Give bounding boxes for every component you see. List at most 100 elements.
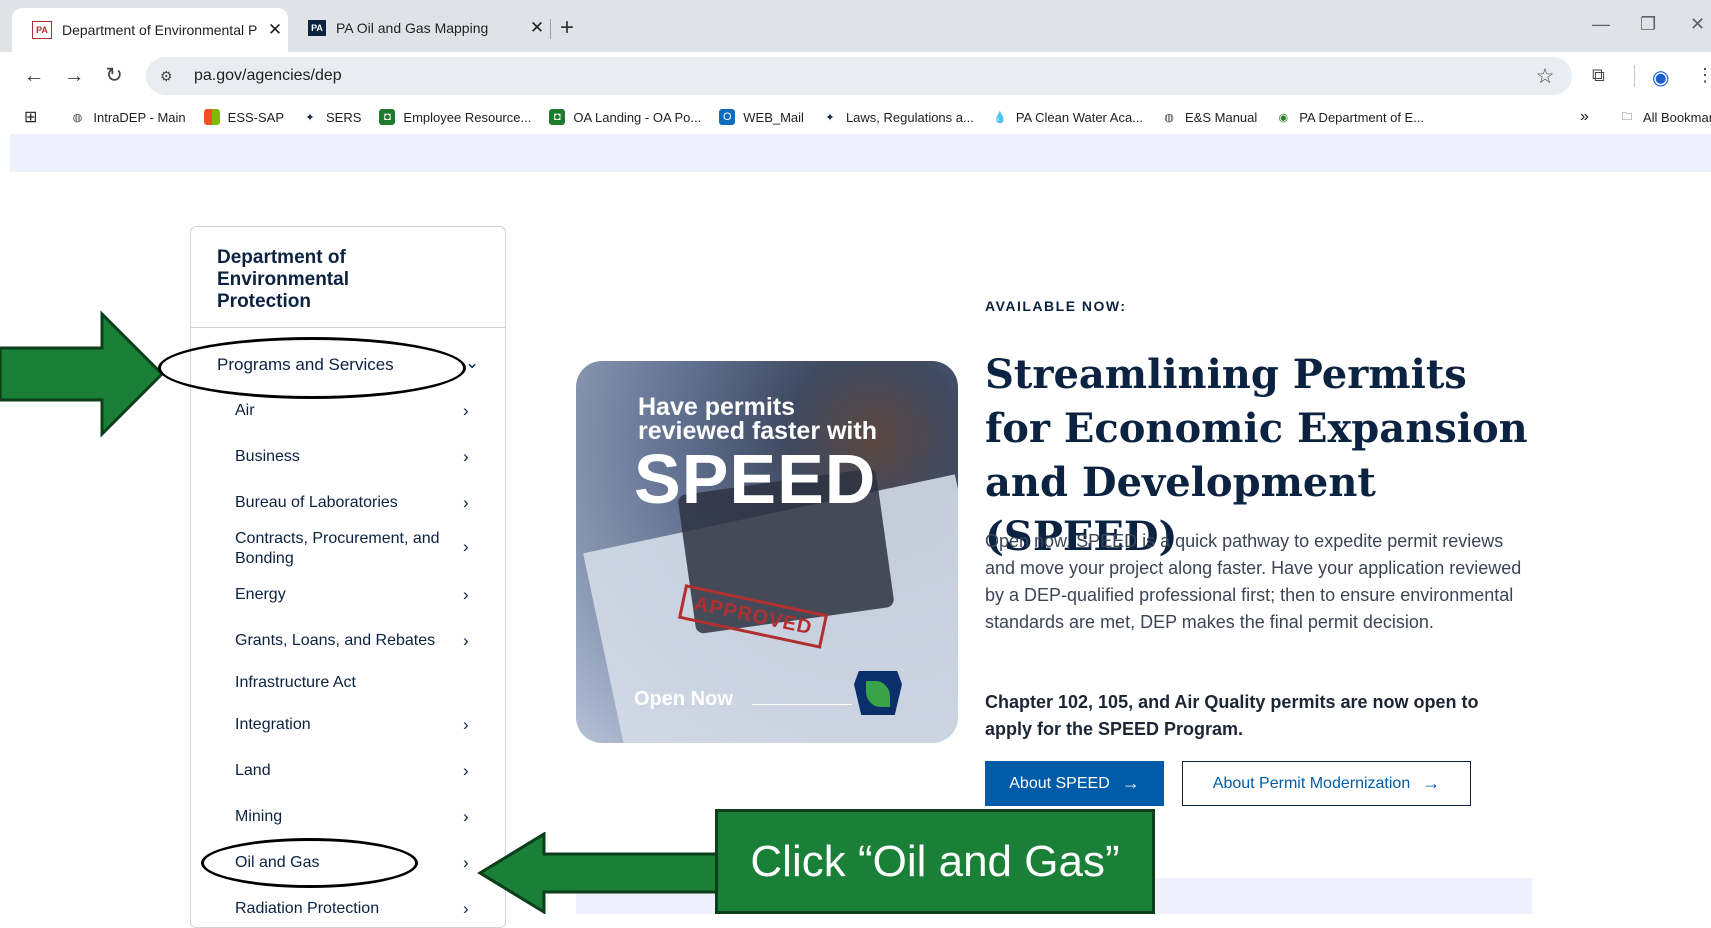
button-label: About Permit Modernization <box>1212 774 1411 792</box>
speed-promo-image[interactable]: Have permits reviewed faster with SPEED … <box>576 361 958 743</box>
chevron-right-icon: › <box>463 493 469 512</box>
chevron-right-icon: › <box>463 401 469 420</box>
side-navigation: Department of Environmental Protection P… <box>190 226 506 928</box>
back-icon[interactable]: ← <box>20 62 48 90</box>
bookmark-intradep[interactable]: ◍ IntraDEP - Main <box>69 109 186 125</box>
bookmark-es-manual[interactable]: ◍ E&S Manual <box>1161 109 1257 125</box>
new-tab-button[interactable]: + <box>560 14 574 42</box>
earth-icon: ◉ <box>1278 111 1289 124</box>
bookmark-label: SERS <box>326 109 362 125</box>
water-drop-icon: 💧 <box>992 111 1007 124</box>
bookmark-ess-sap[interactable]: ESS-SAP <box>203 109 285 125</box>
tab-dep[interactable]: PA Department of Environmental P ✕ <box>12 8 288 52</box>
bookmark-label: PA Clean Water Aca... <box>1015 109 1144 125</box>
page-header-band <box>10 134 1711 172</box>
pointer-arrow-oil-gas <box>477 832 720 914</box>
bookmark-label: WEB_Mail <box>743 109 804 125</box>
bookmark-label: ESS-SAP <box>227 109 285 125</box>
chevron-right-icon: › <box>463 537 469 556</box>
globe-icon: ◍ <box>72 111 83 124</box>
bookmark-label: PA Department of E... <box>1299 109 1425 125</box>
windows-icon <box>203 109 220 125</box>
forward-icon[interactable]: → <box>60 62 88 90</box>
all-bookmarks-label: All Bookmarks <box>1642 109 1711 125</box>
bookmark-oa-landing[interactable]: ◘ OA Landing - OA Po... <box>549 109 701 125</box>
restore-icon[interactable]: ❐ <box>1640 14 1656 35</box>
bookmark-pa-department[interactable]: ◉ PA Department of E... <box>1275 109 1424 125</box>
highlight-oval-oil-gas <box>201 838 418 888</box>
leaf-icon <box>866 681 890 707</box>
all-bookmarks-button[interactable]: 🗀 All Bookmarks <box>1619 109 1711 125</box>
close-tab-icon[interactable]: ✕ <box>262 20 288 40</box>
chevron-right-icon: › <box>463 715 469 734</box>
search-tabs-icon[interactable]: ⧉ <box>1592 65 1605 86</box>
menu-icon[interactable]: ⋮ <box>1696 65 1711 86</box>
pa-seal-icon: ✦ <box>825 111 835 124</box>
chevron-right-icon: › <box>463 585 469 604</box>
about-permit-modernization-button[interactable]: About Permit Modernization → <box>1182 761 1471 806</box>
pointer-arrow-programs <box>0 310 165 438</box>
feature-note: Chapter 102, 105, and Air Quality permit… <box>985 692 1479 739</box>
close-window-icon[interactable]: ✕ <box>1690 14 1705 35</box>
pa-seal-icon: ✦ <box>305 111 315 124</box>
browser-toolbar: ← → ↻ ⚙ pa.gov/agencies/dep ☆ ⧉ ◉ ⋮ <box>0 52 1711 100</box>
tab-title: Department of Environmental P <box>62 22 258 38</box>
arrow-right-icon: → <box>1121 773 1140 793</box>
nav-label: Radiation Protection <box>235 900 380 917</box>
bookmark-clean-water[interactable]: 💧 PA Clean Water Aca... <box>992 109 1143 125</box>
nav-label: Bureau of Laboratories <box>235 494 398 511</box>
chevron-right-icon: › <box>463 447 469 466</box>
toolbar-separator <box>1634 65 1635 87</box>
bookmark-star-icon[interactable]: ☆ <box>1530 64 1560 89</box>
tab-title: PA Oil and Gas Mapping <box>336 20 489 36</box>
green-square-icon: ◘ <box>379 109 396 125</box>
bookmark-web-mail[interactable]: O WEB_Mail <box>719 109 804 125</box>
bookmark-sers[interactable]: ✦ SERS <box>302 109 361 125</box>
nav-label: Contracts, Procurement, and Bonding <box>235 530 440 567</box>
tab-oil-gas-mapping[interactable]: PA PA Oil and Gas Mapping ✕ <box>288 10 550 46</box>
nav-label: Infrastructure Act <box>235 674 356 691</box>
nav-label: Mining <box>235 808 283 825</box>
nav-label: Grants, Loans, and Rebates <box>235 632 436 649</box>
bookmark-employee-resource[interactable]: ◘ Employee Resource... <box>379 109 531 125</box>
chevron-right-icon: › <box>463 899 469 918</box>
department-title[interactable]: Department of Environmental Protection <box>217 247 417 313</box>
nav-label: Air <box>235 402 255 419</box>
pa-favicon-icon: PA <box>308 20 326 36</box>
bookmark-label: E&S Manual <box>1185 109 1258 125</box>
profile-icon[interactable]: ◉ <box>1652 65 1669 90</box>
chevron-down-icon[interactable]: ⌄ <box>465 353 479 373</box>
folder-icon: 🗀 <box>1621 110 1633 123</box>
bookmark-label: IntraDEP - Main <box>93 109 186 125</box>
chevron-right-icon: › <box>463 761 469 780</box>
promo-tagline: Have permits reviewed faster with <box>638 393 877 445</box>
nav-label: Land <box>235 762 271 779</box>
about-speed-button[interactable]: About SPEED → <box>985 761 1164 806</box>
bookmark-label: Employee Resource... <box>403 109 532 125</box>
arrow-right-icon: → <box>1422 773 1441 793</box>
sidenav-divider <box>191 327 505 328</box>
promo-open-now: Open Now <box>634 688 733 710</box>
button-label: About SPEED <box>1009 774 1110 792</box>
minimize-icon[interactable]: — <box>1592 14 1610 35</box>
bookmark-laws-regulations[interactable]: ✦ Laws, Regulations a... <box>822 109 974 125</box>
bookmarks-overflow-button[interactable]: » <box>1580 108 1589 126</box>
globe-icon: ◍ <box>1164 111 1174 124</box>
url-text[interactable]: pa.gov/agencies/dep <box>194 67 1530 85</box>
outlook-icon: O <box>719 109 736 125</box>
green-square-icon: ◘ <box>549 109 566 125</box>
eyebrow-label: AVAILABLE NOW: <box>985 298 1127 314</box>
bookmarks-bar: ⊞ ◍ IntraDEP - Main ESS-SAP ✦ SERS ◘ Employ… <box>0 100 1711 134</box>
chevron-right-icon: › <box>463 631 469 650</box>
close-tab-icon[interactable]: ✕ <box>524 18 550 38</box>
promo-underline <box>752 704 852 705</box>
reload-icon[interactable]: ↻ <box>100 62 128 90</box>
instruction-callout: Click “Oil and Gas” <box>715 809 1155 914</box>
bookmark-label: Laws, Regulations a... <box>845 109 974 125</box>
address-bar[interactable]: ⚙ pa.gov/agencies/dep ☆ <box>146 57 1572 95</box>
pa-favicon-icon: PA <box>32 21 52 39</box>
site-settings-icon[interactable]: ⚙ <box>160 68 180 85</box>
apps-grid-icon[interactable]: ⊞ <box>24 107 37 127</box>
promo-speed-text: SPEED <box>634 440 877 518</box>
highlight-oval-programs <box>158 337 466 399</box>
